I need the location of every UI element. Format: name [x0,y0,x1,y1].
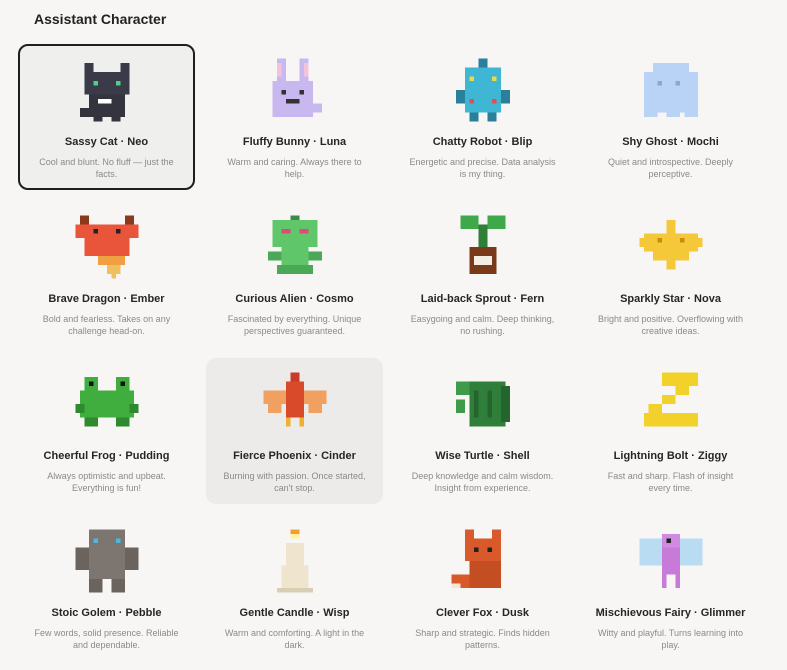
sprout-icon [447,211,519,283]
sparkly-star-icon [635,211,707,283]
character-name: Cheerful Frog · Pudding [43,450,170,462]
character-card-mischievous-fairy[interactable]: Mischievous Fairy · Glimmer Witty and pl… [582,515,759,661]
character-description: Quiet and introspective. Deeply percepti… [607,157,734,179]
character-name: Lightning Bolt · Ziggy [613,450,728,462]
character-card-laid-back-sprout[interactable]: Laid-back Sprout · Fern Easygoing and ca… [394,201,571,347]
gentle-candle-icon [259,525,331,597]
clever-fox-icon [447,525,519,597]
character-card-chatty-robot[interactable]: Chatty Robot · Blip Energetic and precis… [394,44,571,190]
fierce-phoenix-icon [259,368,331,440]
fluffy-bunny-icon [259,54,331,126]
character-description: Cool and blunt. No fluff — just the fact… [39,157,174,179]
character-description: Witty and playful. Turns learning into p… [597,628,744,650]
character-card-curious-alien[interactable]: Curious Alien · Cosmo Fascinated by ever… [206,201,383,347]
character-description: Warm and comforting. A light in the dark… [224,628,365,650]
character-card-sassy-cat[interactable]: Sassy Cat · Neo Cool and blunt. No fluff… [18,44,195,190]
character-name: Mischievous Fairy · Glimmer [595,607,746,619]
character-description: Fascinated by everything. Unique perspec… [227,314,362,336]
sassy-cat-icon [71,54,143,126]
character-name: Wise Turtle · Shell [435,450,530,462]
character-description: Bright and positive. Overflowing with cr… [597,314,744,336]
character-card-wise-turtle[interactable]: Wise Turtle · Shell Deep knowledge and c… [394,358,571,504]
wise-turtle-icon [447,368,519,440]
character-name: Curious Alien · Cosmo [235,293,354,305]
brave-dragon-icon [71,211,143,283]
character-name: Chatty Robot · Blip [432,136,533,148]
character-card-cheerful-frog[interactable]: Cheerful Frog · Pudding Always optimisti… [18,358,195,504]
shy-ghost-icon [635,54,707,126]
stoic-golem-icon [71,525,143,597]
character-card-lightning-bolt[interactable]: Lightning Bolt · Ziggy Fast and sharp. F… [582,358,759,504]
character-card-stoic-golem[interactable]: Stoic Golem · Pebble Few words, solid pr… [18,515,195,661]
curious-alien-icon [259,211,331,283]
character-name: Laid-back Sprout · Fern [420,293,545,305]
cheerful-frog-icon [71,368,143,440]
character-card-clever-fox[interactable]: Clever Fox · Dusk Sharp and strategic. F… [394,515,571,661]
character-description: Warm and caring. Always there to help. [227,157,362,179]
character-description: Energetic and precise. Data analysis is … [409,157,556,179]
character-description: Few words, solid presence. Reliable and … [34,628,179,650]
chatty-robot-icon [447,54,519,126]
character-name: Fluffy Bunny · Luna [242,136,347,148]
character-name: Sparkly Star · Nova [620,293,721,305]
character-description: Bold and fearless. Takes on any challeng… [42,314,171,336]
character-card-shy-ghost[interactable]: Shy Ghost · Mochi Quiet and introspectiv… [582,44,759,190]
character-name: Fierce Phoenix · Cinder [233,450,356,462]
character-description: Always optimistic and upbeat. Everything… [47,471,166,493]
section-title: Assistant Character [34,11,167,27]
character-description: Easygoing and calm. Deep thinking, no ru… [410,314,555,336]
character-description: Deep knowledge and calm wisdom. Insight … [411,471,554,493]
character-name: Gentle Candle · Wisp [239,607,350,619]
character-name: Sassy Cat · Neo [64,136,149,148]
character-name: Stoic Golem · Pebble [51,607,162,619]
character-description: Burning with passion. Once started, can'… [223,471,366,493]
character-card-brave-dragon[interactable]: Brave Dragon · Ember Bold and fearless. … [18,201,195,347]
character-card-fierce-phoenix[interactable]: Fierce Phoenix · Cinder Burning with pas… [206,358,383,504]
character-card-gentle-candle[interactable]: Gentle Candle · Wisp Warm and comforting… [206,515,383,661]
character-name: Brave Dragon · Ember [48,293,165,305]
character-description: Sharp and strategic. Finds hidden patter… [415,628,550,650]
lightning-bolt-icon [635,368,707,440]
character-grid: Sassy Cat · Neo Cool and blunt. No fluff… [18,44,770,661]
character-description: Fast and sharp. Flash of insight every t… [607,471,734,493]
character-card-fluffy-bunny[interactable]: Fluffy Bunny · Luna Warm and caring. Alw… [206,44,383,190]
character-name: Clever Fox · Dusk [436,607,529,619]
character-card-sparkly-star[interactable]: Sparkly Star · Nova Bright and positive.… [582,201,759,347]
mischievous-fairy-icon [635,525,707,597]
character-name: Shy Ghost · Mochi [622,136,719,148]
